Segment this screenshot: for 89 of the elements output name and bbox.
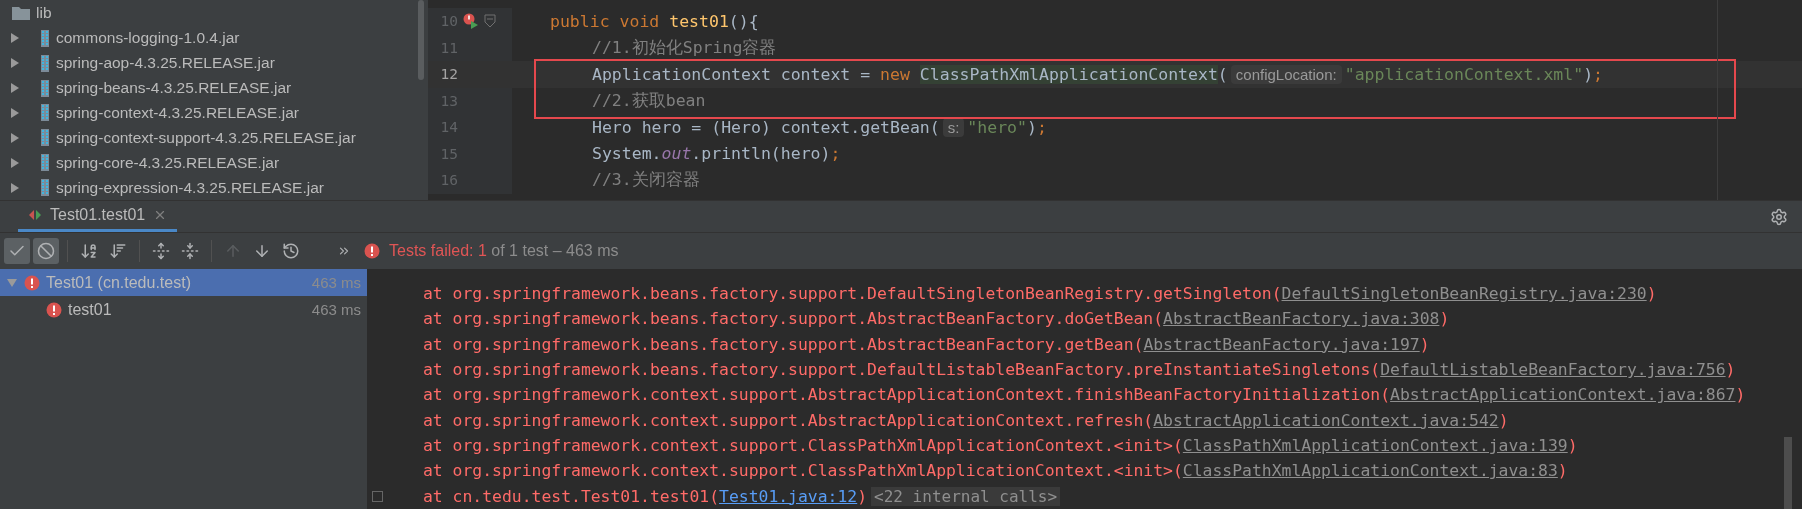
stack-trace-line: at org.springframework.context.support.AbstractApplicationContext.refresh(AbstractApplicationContext.java:542) [423, 410, 1509, 430]
jar-icon [40, 29, 50, 47]
scrollbar[interactable] [418, 0, 424, 80]
code-token: //1.初始化Spring容器 [592, 36, 777, 59]
source-link[interactable]: ClassPathXmlApplicationContext.java:139 [1182, 436, 1568, 456]
collapse-all-icon [181, 242, 199, 260]
code-token: (){ [728, 11, 759, 31]
show-ignored-button[interactable] [33, 238, 59, 264]
expand-all-icon [152, 242, 170, 260]
expand-arrow-icon[interactable] [10, 82, 20, 95]
jar-icon [40, 79, 50, 97]
stack-trace-line: at org.springframework.beans.factory.support.AbstractBeanFactory.doGetBean(AbstractBeanFactory.java:308) [423, 309, 1450, 329]
sort-alphabetically-icon [80, 242, 98, 260]
jar-icon [40, 104, 50, 122]
code-token: test01 [669, 11, 729, 31]
code-token: .println(hero) [691, 144, 831, 164]
parameter-hint: configLocation: [1230, 64, 1342, 84]
code-token: ) [1583, 64, 1594, 84]
code-token: ClassPathXmlApplicationContext [919, 64, 1218, 84]
expand-arrow-icon[interactable] [10, 156, 20, 169]
test-status: Tests failed: 1 of 1 test – 463 ms [389, 242, 619, 260]
fold-toggle[interactable] [372, 490, 383, 502]
stack-trace-line: at org.springframework.beans.factory.support.DefaultSingletonBeanRegistry.getSingleton(DefaultSingletonBeanRegistry.java:230) [423, 284, 1657, 304]
run-test-failed-icon[interactable] [463, 13, 479, 30]
test-history-icon [282, 242, 300, 260]
code-token: new [880, 64, 911, 84]
line-number: 12 [439, 66, 458, 83]
tree-item[interactable]: spring-expression-4.3.25.RELEASE.jar [56, 178, 324, 197]
jar-icon [40, 54, 50, 72]
stack-trace-line: at org.springframework.context.support.ClassPathXmlApplicationContext.<init>(ClassPathXmlApplicationContext.java:83) [423, 461, 1568, 481]
error-icon [364, 243, 380, 259]
test-failed-icon [46, 301, 62, 318]
source-link[interactable]: DefaultSingletonBeanRegistry.java:230 [1281, 284, 1647, 304]
tree-item[interactable]: spring-aop-4.3.25.RELEASE.jar [56, 54, 275, 73]
tree-item[interactable]: spring-core-4.3.25.RELEASE.jar [56, 153, 280, 172]
fold-icon[interactable] [484, 14, 496, 29]
expand-arrow-icon[interactable] [10, 106, 20, 119]
internal-calls-note[interactable]: <22 internal calls> [871, 486, 1061, 506]
code-token: public void [550, 11, 661, 31]
jar-icon [40, 129, 50, 147]
more-icon[interactable] [337, 244, 351, 258]
code-token: ApplicationContext context = [592, 64, 872, 84]
code-token: "hero" [967, 117, 1027, 137]
tree-item[interactable]: spring-beans-4.3.25.RELEASE.jar [56, 79, 292, 98]
code-token: System. [592, 144, 662, 164]
code-token: ; [1036, 117, 1047, 137]
test-suite-row[interactable]: Test01 (cn.tedu.test) 463 ms [0, 269, 367, 296]
code-token: ( [1217, 64, 1228, 84]
settings-icon[interactable] [1770, 207, 1788, 226]
source-link[interactable]: AbstractBeanFactory.java:197 [1143, 334, 1420, 354]
tree-item[interactable]: spring-context-support-4.3.25.RELEASE.jar [56, 128, 356, 147]
folder-icon [12, 6, 30, 21]
tree-item[interactable]: spring-context-4.3.25.RELEASE.jar [56, 103, 299, 122]
test-row[interactable]: test01 463 ms [0, 296, 367, 323]
expand-arrow-icon[interactable] [10, 131, 20, 144]
stack-trace-line: at org.springframework.context.support.AbstractApplicationContext.finishBeanFactoryInitialization(AbstractApplicationContext.java:867) [423, 385, 1746, 405]
expand-arrow-icon[interactable] [10, 181, 20, 194]
show-passed-button[interactable] [4, 238, 30, 264]
source-link[interactable]: AbstractApplicationContext.java:867 [1390, 385, 1736, 405]
next-test-icon [253, 242, 271, 260]
source-link[interactable]: ClassPathXmlApplicationContext.java:83 [1182, 461, 1558, 481]
code-token: ; [830, 144, 841, 164]
code-token: //3.关闭容器 [592, 169, 700, 192]
code-token: Hero hero = (Hero) context.getBean( [592, 117, 940, 137]
source-link[interactable]: Test01.java:12 [719, 486, 858, 506]
source-link[interactable]: DefaultListableBeanFactory.java:756 [1380, 360, 1726, 380]
sort-by-duration-icon [109, 242, 127, 260]
tree-item[interactable]: commons-logging-1.0.4.jar [56, 29, 240, 48]
code-token: ; [1593, 64, 1603, 84]
tree-item[interactable]: lib [36, 4, 52, 23]
source-link[interactable]: AbstractBeanFactory.java:308 [1163, 309, 1440, 329]
stack-trace-line: at org.springframework.context.support.ClassPathXmlApplicationContext.<init>(ClassPathXmlApplicationContext.java:139) [423, 436, 1578, 456]
source-link[interactable]: AbstractApplicationContext.java:542 [1153, 410, 1499, 430]
stack-trace-line: at cn.tedu.test.Test01.test01(Test01.java:12) [423, 486, 868, 506]
jar-icon [40, 154, 50, 172]
jar-icon [40, 179, 50, 197]
code-token: "applicationContext.xml" [1344, 64, 1584, 84]
code-token: ) [1026, 117, 1037, 137]
code-token: //2.获取bean [592, 89, 706, 112]
test-failed-icon [24, 274, 40, 291]
previous-test-icon [224, 242, 242, 260]
stack-trace-line: at org.springframework.beans.factory.support.AbstractBeanFactory.getBean(AbstractBeanFactory.java:197) [423, 334, 1430, 354]
expand-arrow-icon[interactable] [10, 57, 20, 70]
test-run-icon [28, 208, 42, 222]
expand-arrow-icon[interactable] [10, 32, 20, 45]
scrollbar[interactable] [1784, 437, 1792, 509]
show-ignored-icon [37, 242, 55, 260]
code-token: out [661, 144, 692, 164]
stack-trace-line: at org.springframework.beans.factory.support.DefaultListableBeanFactory.preInstantiateSingletons(DefaultListableBeanFactory.java:756) [423, 360, 1736, 380]
